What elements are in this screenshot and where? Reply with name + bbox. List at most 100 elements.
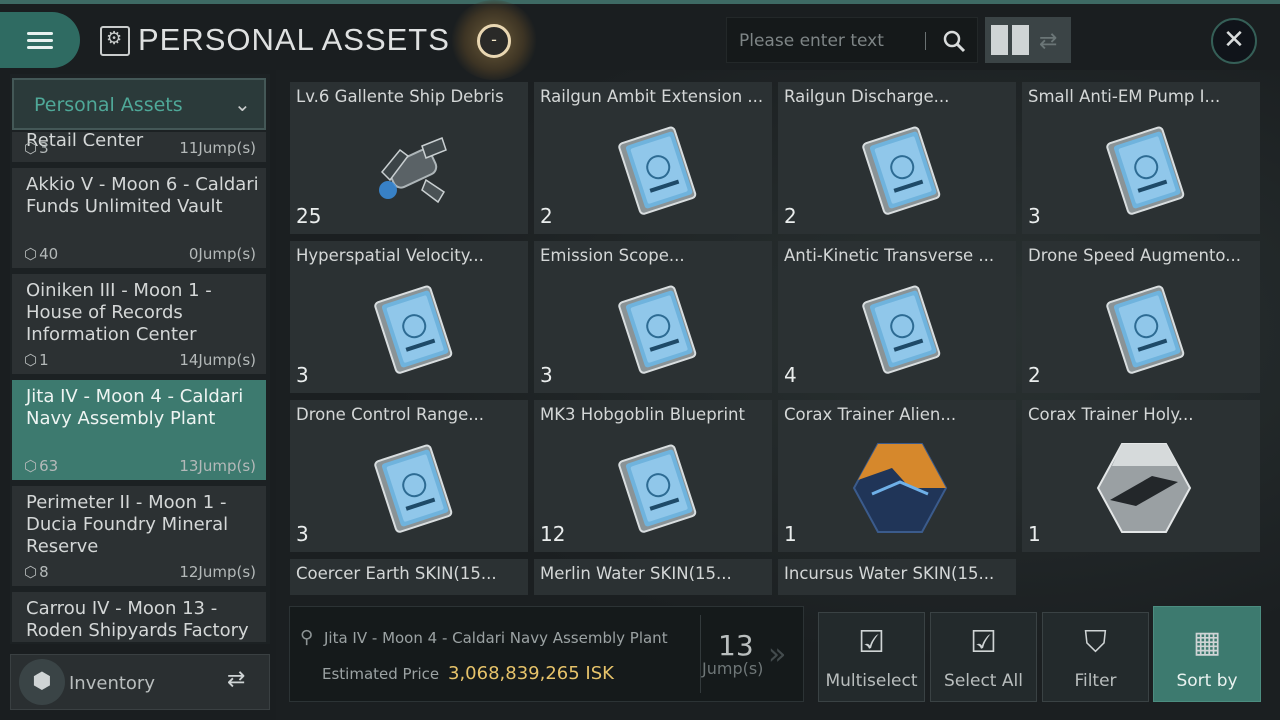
search-icon[interactable] <box>941 28 967 54</box>
location-count: ⬡ 1 <box>24 351 49 369</box>
item-title: Incursus Water SKIN(15... <box>784 564 995 583</box>
location-item[interactable]: Oiniken III - Moon 1 - House of Records … <box>12 274 266 374</box>
top-accent-line <box>0 0 1280 4</box>
blueprint-icon <box>360 438 464 538</box>
item-quantity: 2 <box>540 204 553 228</box>
cube-icon: ⬡ <box>24 351 38 369</box>
location-jumps: 0Jump(s) <box>188 245 256 263</box>
item-quantity: 3 <box>540 363 553 387</box>
location-item-selected[interactable]: Jita IV - Moon 4 - Caldari Navy Assembly… <box>12 380 266 480</box>
item-quantity: 3 <box>296 363 309 387</box>
location-name: Oiniken III - Moon 1 - House of Records … <box>26 280 212 345</box>
select-all-button[interactable]: ☑ Select All <box>930 612 1037 702</box>
location-pin-icon: ⚲ <box>300 627 314 648</box>
item-card[interactable]: Drone Control Range... 3 <box>290 400 528 552</box>
menu-button[interactable] <box>0 12 80 68</box>
item-grid: Lv.6 Gallente Ship Debris 25 Railgun Ambit… <box>290 82 1262 595</box>
search-input[interactable] <box>739 28 919 54</box>
item-title: Corax Trainer Alien... <box>784 405 957 424</box>
location-name: Carrou IV - Moon 13 - Roden Shipyards Fa… <box>26 598 249 641</box>
item-title: Corax Trainer Holy... <box>1028 405 1194 424</box>
location-count: ⬡ 3 <box>24 139 49 157</box>
item-card[interactable]: Incursus Water SKIN(15... <box>778 559 1016 595</box>
asset-type-dropdown[interactable]: Personal Assets ⌄ <box>12 78 266 130</box>
location-item[interactable]: Akkio V - Moon 6 - Caldari Funds Unlimit… <box>12 168 266 268</box>
location-count: ⬡ 40 <box>24 245 59 263</box>
blueprint-icon <box>848 279 952 379</box>
sidebar: Personal Assets ⌄ Retail Center ⬡ 3 11Jum… <box>10 74 270 644</box>
item-quantity: 1 <box>784 522 797 546</box>
blueprint-icon <box>604 279 708 379</box>
item-card[interactable]: Anti-Kinetic Transverse ... 4 <box>778 241 1016 393</box>
multi-checkbox-icon: ☑ <box>970 625 997 660</box>
location-jumps: 12Jump(s) <box>179 563 256 581</box>
chevron-down-icon: ⌄ <box>234 92 251 116</box>
filter-icon: ⛉ <box>1084 625 1107 660</box>
sort-grid-icon: ▦ <box>1192 625 1222 660</box>
cube-icon: ⬡ <box>24 139 38 157</box>
item-title: Coercer Earth SKIN(15... <box>296 564 497 583</box>
location-list[interactable]: Retail Center ⬡ 3 11Jump(s) Akkio V - Moo… <box>12 132 268 642</box>
item-title: Drone Control Range... <box>296 405 484 424</box>
cube-icon: ⬡ <box>24 563 38 581</box>
swap-arrows-icon[interactable]: ⇄ <box>227 667 245 692</box>
location-count: ⬡ 8 <box>24 563 49 581</box>
item-card[interactable]: Railgun Discharge... 2 <box>778 82 1016 234</box>
search-divider <box>925 32 926 50</box>
estimated-price-value: 3,068,839,265 ISK <box>448 663 614 684</box>
cube-icon: ⬢ <box>19 659 65 705</box>
close-button[interactable]: ✕ <box>1211 18 1257 64</box>
item-title: Merlin Water SKIN(15... <box>540 564 732 583</box>
multiselect-button[interactable]: ☑ Multiselect <box>818 612 925 702</box>
item-card[interactable]: Hyperspatial Velocity... 3 <box>290 241 528 393</box>
hamburger-icon <box>27 28 53 53</box>
item-card[interactable]: Corax Trainer Alien... 1 <box>778 400 1016 552</box>
panel-divider <box>700 615 701 693</box>
skin-orange-icon <box>848 438 952 538</box>
inventory-button[interactable]: ⬢ Inventory ⇄ <box>10 654 270 710</box>
item-card[interactable]: Railgun Ambit Extension ... 2 <box>534 82 772 234</box>
item-card[interactable]: Lv.6 Gallente Ship Debris 25 <box>290 82 528 234</box>
item-title: Railgun Discharge... <box>784 87 950 106</box>
item-quantity: 3 <box>296 522 309 546</box>
jumps-count: 13 <box>718 629 754 662</box>
page-title: PERSONAL ASSETS <box>138 22 450 57</box>
filter-button[interactable]: ⛉ Filter <box>1042 612 1149 702</box>
dropdown-label: Personal Assets <box>34 94 183 116</box>
blueprint-icon <box>604 120 708 220</box>
orb-button[interactable]: - <box>477 24 511 58</box>
chevron-right-icon[interactable]: » <box>768 637 786 672</box>
item-card[interactable]: Coercer Earth SKIN(15... <box>290 559 528 595</box>
ship-debris-icon <box>360 120 464 220</box>
item-title: Railgun Ambit Extension ... <box>540 87 764 106</box>
item-card[interactable]: MK3 Hobgoblin Blueprint 12 <box>534 400 772 552</box>
view-toggle[interactable]: ⇄ <box>985 17 1071 63</box>
item-title: Small Anti-EM Pump I... <box>1028 87 1221 106</box>
location-count: ⬡ 63 <box>24 457 59 475</box>
inventory-label: Inventory <box>69 673 155 694</box>
swap-arrows-icon[interactable]: ⇄ <box>1039 29 1057 54</box>
location-item[interactable]: Retail Center ⬡ 3 11Jump(s) <box>12 132 266 162</box>
grid-view-icon[interactable] <box>991 25 1029 55</box>
item-card[interactable]: Drone Speed Augmento... 2 <box>1022 241 1260 393</box>
location-summary-panel[interactable]: ⚲ Jita IV - Moon 4 - Caldari Navy Assemb… <box>289 606 804 702</box>
item-card[interactable]: Emission Scope... 3 <box>534 241 772 393</box>
location-name: Akkio V - Moon 6 - Caldari Funds Unlimit… <box>26 174 259 217</box>
location-name: Perimeter II - Moon 1 - Ducia Foundry Mi… <box>26 492 229 557</box>
location-item[interactable]: Carrou IV - Moon 13 - Roden Shipyards Fa… <box>12 592 266 642</box>
item-card[interactable]: Small Anti-EM Pump I... 3 <box>1022 82 1260 234</box>
location-name: Jita IV - Moon 4 - Caldari Navy Assembly… <box>26 386 244 429</box>
location-item[interactable]: Perimeter II - Moon 1 - Ducia Foundry Mi… <box>12 486 266 586</box>
item-card[interactable]: Corax Trainer Holy... 1 <box>1022 400 1260 552</box>
location-jumps: 13Jump(s) <box>179 457 256 475</box>
item-title: Emission Scope... <box>540 246 685 265</box>
item-title: Anti-Kinetic Transverse ... <box>784 246 995 265</box>
blueprint-icon <box>360 279 464 379</box>
item-quantity: 12 <box>540 522 566 546</box>
location-jumps: 11Jump(s) <box>179 139 256 157</box>
item-quantity: 3 <box>1028 204 1041 228</box>
item-card[interactable]: Merlin Water SKIN(15... <box>534 559 772 595</box>
sort-by-button[interactable]: ▦ Sort by <box>1153 606 1261 702</box>
item-quantity: 2 <box>784 204 797 228</box>
search-box[interactable] <box>726 17 978 63</box>
